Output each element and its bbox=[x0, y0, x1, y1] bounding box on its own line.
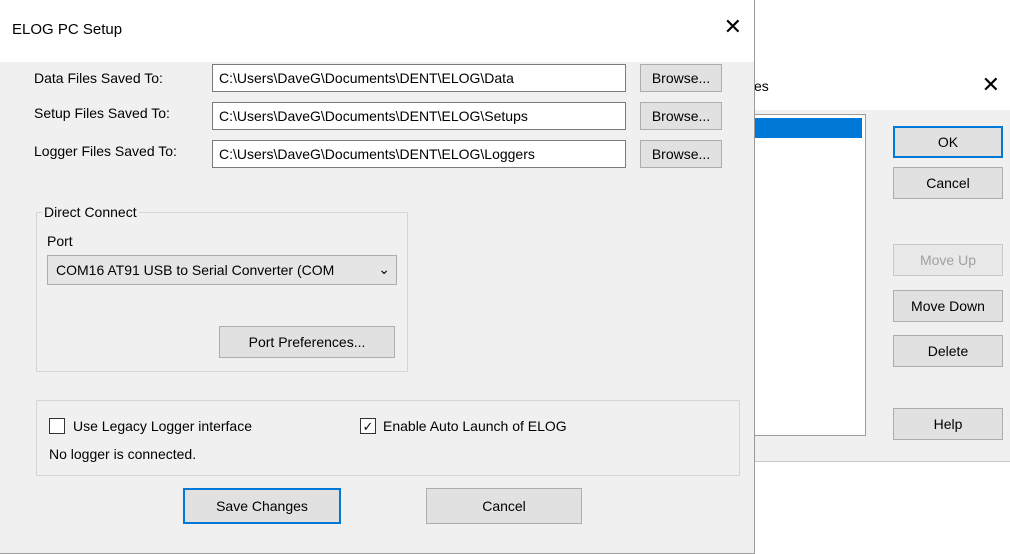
close-icon[interactable]: ✕ bbox=[724, 14, 742, 40]
options-group bbox=[36, 400, 740, 476]
dialog-title: ELOG PC Setup bbox=[12, 21, 123, 38]
data-files-path-field[interactable]: C:\Users\DaveG\Documents\DENT\ELOG\Data bbox=[212, 64, 626, 92]
direct-connect-label: Direct Connect bbox=[42, 204, 139, 220]
move-up-button[interactable]: Move Up bbox=[893, 244, 1003, 276]
move-down-button[interactable]: Move Down bbox=[893, 290, 1003, 322]
cancel-button[interactable]: Cancel bbox=[426, 488, 582, 524]
legacy-logger-label: Use Legacy Logger interface bbox=[73, 418, 252, 434]
dialog-title-bar: ELOG PC Setup ✕ bbox=[0, 0, 754, 62]
setup-files-label: Setup Files Saved To: bbox=[34, 105, 170, 121]
logger-browse-button[interactable]: Browse... bbox=[640, 140, 722, 168]
auto-launch-checkbox[interactable]: ✓ bbox=[360, 418, 376, 434]
checkmark-icon: ✓ bbox=[362, 418, 374, 434]
background-close-icon[interactable]: ✕ bbox=[982, 72, 1000, 98]
background-dialog: es ✕ OK Cancel Move Up Move Down Delete … bbox=[713, 66, 1010, 462]
elog-setup-dialog: ELOG PC Setup ✕ Data Files Saved To: C:\… bbox=[0, 0, 755, 554]
setup-files-path-field[interactable]: C:\Users\DaveG\Documents\DENT\ELOG\Setup… bbox=[212, 102, 626, 130]
auto-launch-label: Enable Auto Launch of ELOG bbox=[383, 418, 567, 434]
data-files-label: Data Files Saved To: bbox=[34, 70, 163, 86]
chevron-down-icon[interactable]: ⌄ bbox=[378, 261, 390, 278]
background-title-bar: es ✕ bbox=[714, 66, 1010, 110]
save-changes-button[interactable]: Save Changes bbox=[183, 488, 341, 524]
port-select-value: COM16 AT91 USB to Serial Converter (COM bbox=[56, 262, 335, 278]
connection-status-text: No logger is connected. bbox=[49, 446, 197, 462]
background-cancel-button[interactable]: Cancel bbox=[893, 167, 1003, 199]
legacy-logger-checkbox[interactable] bbox=[49, 418, 65, 434]
port-label: Port bbox=[47, 233, 73, 249]
port-preferences-button[interactable]: Port Preferences... bbox=[219, 326, 395, 358]
logger-files-label: Logger Files Saved To: bbox=[34, 143, 177, 159]
delete-button[interactable]: Delete bbox=[893, 335, 1003, 367]
ok-button[interactable]: OK bbox=[893, 126, 1003, 158]
port-select[interactable]: COM16 AT91 USB to Serial Converter (COM … bbox=[47, 255, 397, 285]
logger-files-path-field[interactable]: C:\Users\DaveG\Documents\DENT\ELOG\Logge… bbox=[212, 140, 626, 168]
help-button[interactable]: Help bbox=[893, 408, 1003, 440]
setup-browse-button[interactable]: Browse... bbox=[640, 102, 722, 130]
data-browse-button[interactable]: Browse... bbox=[640, 64, 722, 92]
background-title: es bbox=[754, 78, 769, 94]
